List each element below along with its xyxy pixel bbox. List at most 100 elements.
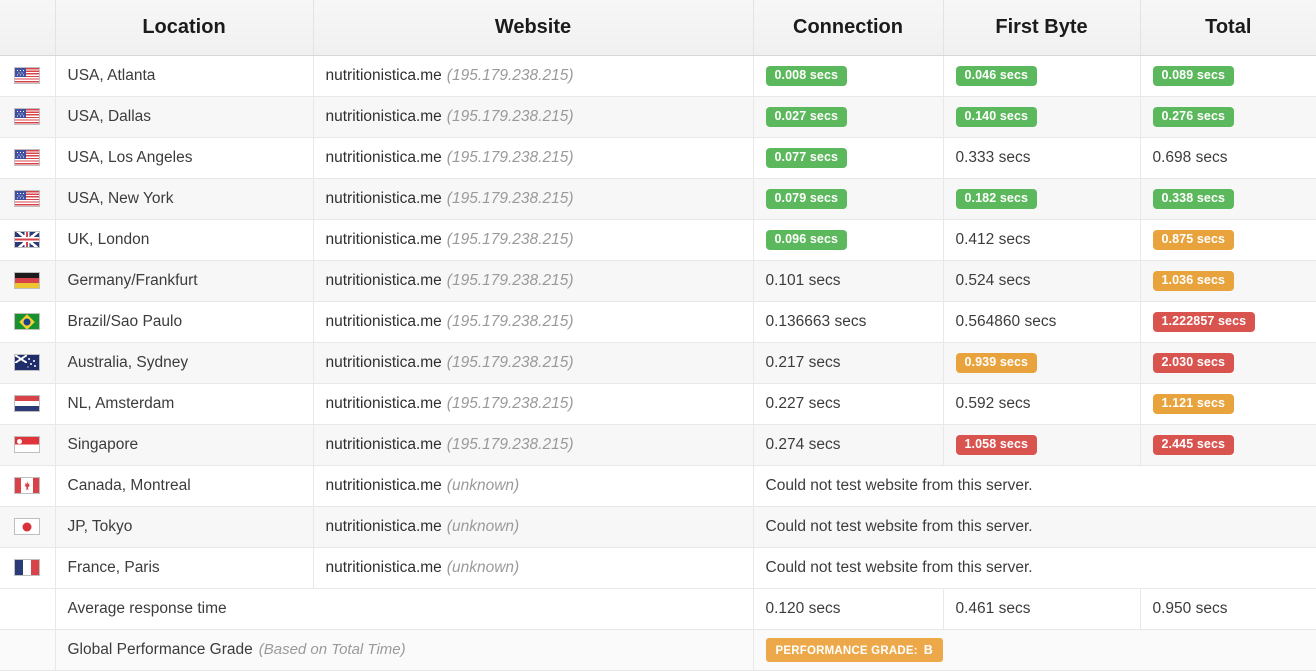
flag-cell: [0, 506, 56, 548]
column-header-connection[interactable]: Connection: [753, 0, 944, 56]
total-value: 0.698 secs: [1152, 149, 1228, 166]
website-host[interactable]: nutritionistica.me: [326, 436, 442, 453]
firstbyte-badge: 0.140 secs: [955, 106, 1038, 128]
connection-badge: 0.027 secs: [765, 106, 848, 128]
location-cell: Brazil/Sao Paulo: [55, 301, 314, 343]
flag-cell: [0, 55, 56, 97]
flag-cell: [0, 219, 56, 261]
total-cell: 2.445 secs: [1140, 424, 1316, 466]
first-byte-cell: 0.412 secs: [943, 219, 1141, 261]
table-row: Germany/Frankfurt nutritionistica.me (195.…: [0, 260, 1316, 302]
flag-cell: [0, 424, 56, 466]
flag-fr-icon: [14, 559, 41, 577]
error-message: Could not test website from this server.: [753, 547, 1316, 589]
table-body: USA, Atlanta nutritionistica.me (195.179.2…: [0, 55, 1316, 671]
website-ip: (unknown): [446, 559, 520, 576]
website-cell: nutritionistica.me (195.179.238.215): [313, 178, 754, 220]
performance-grade-badge-value: B: [923, 643, 933, 657]
website-host[interactable]: nutritionistica.me: [326, 313, 442, 330]
column-header-first-byte[interactable]: First Byte: [943, 0, 1141, 56]
flag-us-icon: [14, 67, 41, 85]
firstbyte-badge: 0.046 secs: [955, 65, 1038, 87]
firstbyte-value: 0.564860 secs: [955, 313, 1057, 330]
website-host[interactable]: nutritionistica.me: [326, 477, 442, 494]
location-label: USA, Dallas: [67, 108, 152, 125]
column-header-website[interactable]: Website: [313, 0, 754, 56]
performance-results-table: Location Website Connection First Byte T…: [0, 0, 1316, 671]
column-header-total[interactable]: Total: [1140, 0, 1316, 56]
website-host[interactable]: nutritionistica.me: [326, 149, 442, 166]
first-byte-cell: 1.058 secs: [943, 424, 1141, 466]
table-row: USA, Dallas nutritionistica.me (195.179.23…: [0, 96, 1316, 138]
connection-cell: 0.079 secs: [753, 178, 944, 220]
website-cell: nutritionistica.me (195.179.238.215): [313, 96, 754, 138]
flag-cell: [0, 301, 56, 343]
location-label: Brazil/Sao Paulo: [67, 313, 183, 330]
location-label: Germany/Frankfurt: [67, 272, 198, 289]
table-header: Location Website Connection First Byte T…: [0, 0, 1316, 56]
connection-value: 0.274 secs: [765, 436, 841, 453]
total-badge: 2.030 secs: [1152, 352, 1235, 374]
error-message: Could not test website from this server.: [753, 506, 1316, 548]
no-flag-icon: [14, 641, 40, 658]
website-cell: nutritionistica.me (195.179.238.215): [313, 424, 754, 466]
website-host[interactable]: nutritionistica.me: [326, 190, 442, 207]
website-ip: (195.179.238.215): [446, 272, 574, 289]
first-byte-cell: 0.592 secs: [943, 383, 1141, 425]
website-ip: (195.179.238.215): [446, 190, 574, 207]
connection-badge: 0.008 secs: [765, 65, 848, 87]
firstbyte-value: 0.524 secs: [955, 272, 1031, 289]
firstbyte-value: 0.592 secs: [955, 395, 1031, 412]
firstbyte-badge: 1.058 secs: [955, 434, 1038, 456]
location-cell: Singapore: [55, 424, 314, 466]
total-cell: 0.276 secs: [1140, 96, 1316, 138]
total-badge: 0.338 secs: [1152, 188, 1235, 210]
firstbyte-value: 0.412 secs: [955, 231, 1031, 248]
website-host[interactable]: nutritionistica.me: [326, 108, 442, 125]
total-badge: 1.121 secs: [1152, 393, 1235, 415]
total-badge: 0.089 secs: [1152, 65, 1235, 87]
header-row: Location Website Connection First Byte T…: [0, 0, 1316, 56]
website-host[interactable]: nutritionistica.me: [326, 518, 442, 535]
first-byte-cell: 0.046 secs: [943, 55, 1141, 97]
table-row: France, Paris nutritionistica.me (unknown)…: [0, 547, 1316, 589]
flag-cell: [0, 178, 56, 220]
website-ip: (unknown): [446, 518, 520, 535]
table-row: Brazil/Sao Paulo nutritionistica.me (195.1…: [0, 301, 1316, 343]
website-host[interactable]: nutritionistica.me: [326, 354, 442, 371]
flag-cell: [0, 260, 56, 302]
first-byte-cell: 0.182 secs: [943, 178, 1141, 220]
connection-badge: 0.077 secs: [765, 147, 848, 169]
flag-jp-icon: [14, 518, 41, 536]
total-cell: 0.089 secs: [1140, 55, 1316, 97]
table-row: NL, Amsterdam nutritionistica.me (195.179.…: [0, 383, 1316, 425]
column-header-location[interactable]: Location: [55, 0, 314, 56]
flag-cell: [0, 547, 56, 589]
table-row: JP, Tokyo nutritionistica.me (unknown) Coul…: [0, 506, 1316, 548]
total-cell: 0.698 secs: [1140, 137, 1316, 179]
website-host[interactable]: nutritionistica.me: [326, 67, 442, 84]
website-ip: (195.179.238.215): [446, 395, 574, 412]
column-header-flag: [0, 0, 56, 56]
first-byte-cell: 0.140 secs: [943, 96, 1141, 138]
table-row: Singapore nutritionistica.me (195.179.238.…: [0, 424, 1316, 466]
flag-us-icon: [14, 149, 41, 167]
first-byte-cell: 0.524 secs: [943, 260, 1141, 302]
location-cell: France, Paris: [55, 547, 314, 589]
website-cell: nutritionistica.me (195.179.238.215): [313, 55, 754, 97]
website-host[interactable]: nutritionistica.me: [326, 559, 442, 576]
average-connection-value: 0.120 secs: [765, 600, 841, 617]
location-cell: Australia, Sydney: [55, 342, 314, 384]
website-cell: nutritionistica.me (195.179.238.215): [313, 342, 754, 384]
website-host[interactable]: nutritionistica.me: [326, 395, 442, 412]
error-message: Could not test website from this server.: [753, 465, 1316, 507]
total-cell: 1.121 secs: [1140, 383, 1316, 425]
location-label: USA, New York: [67, 190, 174, 207]
website-host[interactable]: nutritionistica.me: [326, 272, 442, 289]
connection-cell: 0.217 secs: [753, 342, 944, 384]
website-host[interactable]: nutritionistica.me: [326, 231, 442, 248]
grade-label-cell: Global Performance Grade (Based on Total …: [55, 629, 754, 671]
first-byte-cell: 0.564860 secs: [943, 301, 1141, 343]
connection-value: 0.217 secs: [765, 354, 841, 371]
global-performance-grade-note: (Based on Total Time): [258, 641, 406, 658]
